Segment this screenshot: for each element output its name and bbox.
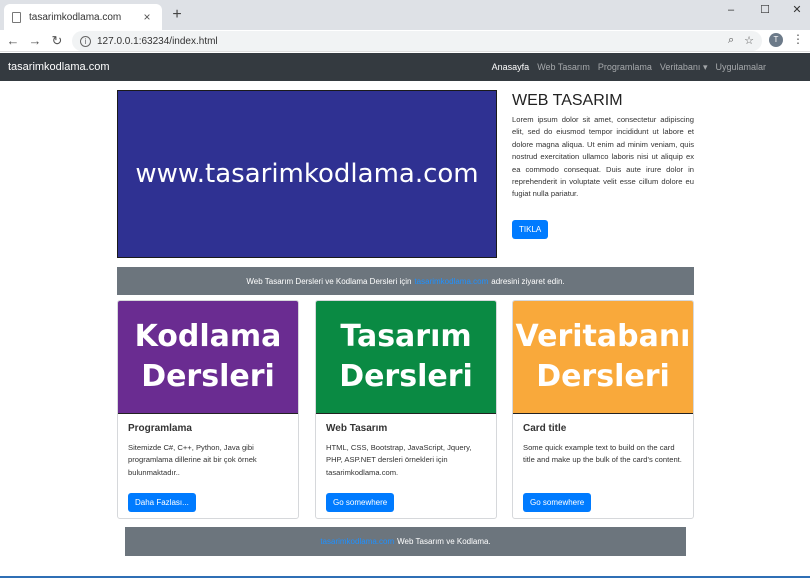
card-image: Veritabanı Dersleri: [513, 301, 693, 414]
banner-link[interactable]: tasarimkodlama.com: [414, 277, 488, 286]
profile-avatar[interactable]: T: [769, 33, 783, 47]
nav-item-uygulamalar[interactable]: Uygulamalar: [715, 62, 766, 73]
hero-content: WEB TASARIM Lorem ipsum dolor sit amet, …: [512, 92, 694, 201]
card-text: Sitemizde C#, C++, Python, Java gibi pro…: [128, 443, 257, 477]
close-window-icon[interactable]: ✕: [782, 0, 810, 20]
hero-image-text: www.tasarimkodlama.com: [135, 159, 479, 189]
card-image-line1: Kodlama: [134, 319, 282, 354]
back-icon[interactable]: ←: [4, 32, 22, 50]
nav-item-anasayfa[interactable]: Anasayfa: [492, 62, 530, 73]
browser-tab[interactable]: tasarimkodlama.com ×: [4, 4, 162, 30]
hero-image: www.tasarimkodlama.com: [117, 90, 497, 258]
browser-tabstrip: tasarimkodlama.com × + – ☐ ✕: [0, 0, 810, 30]
minimize-icon[interactable]: –: [716, 0, 746, 20]
card-button[interactable]: Daha Fazlası...: [128, 493, 196, 512]
banner-text-after: adresini ziyaret edin.: [491, 276, 565, 286]
card-image: Kodlama Dersleri: [118, 301, 298, 414]
tab-close-icon[interactable]: ×: [140, 10, 154, 24]
card-button[interactable]: Go somewhere: [326, 493, 395, 512]
document-icon: [12, 11, 21, 23]
card-text: HTML, CSS, Bootstrap, JavaScript, Jquery…: [326, 443, 472, 477]
card-image-line2: Dersleri: [141, 359, 275, 394]
card-button[interactable]: Go somewhere: [523, 493, 592, 512]
forward-icon[interactable]: →: [26, 32, 44, 50]
card-image-line2: Dersleri: [339, 359, 473, 394]
card-image-line2: Dersleri: [536, 359, 670, 394]
nav-item-web-tasarim[interactable]: Web Tasarım: [537, 62, 590, 73]
tikla-button[interactable]: TIKLA: [512, 220, 549, 239]
new-tab-icon[interactable]: +: [168, 6, 186, 24]
navbar-brand[interactable]: tasarimkodlama.com: [8, 61, 492, 73]
card-title: Card title: [523, 423, 567, 434]
address-bar[interactable]: i 127.0.0.1:63234/index.html ⌕ ☆: [72, 31, 762, 51]
info-banner: Web Tasarım Dersleri ve Kodlama Dersleri…: [117, 267, 694, 295]
site-navbar: tasarimkodlama.com Anasayfa Web Tasarım …: [0, 53, 810, 81]
footer: tasarimkodlama.com Web Tasarım ve Kodlam…: [125, 527, 686, 556]
url-text[interactable]: 127.0.0.1:63234/index.html: [97, 36, 218, 47]
info-icon[interactable]: i: [80, 35, 91, 47]
card-web-tasarim: Tasarım Dersleri Web Tasarım HTML, CSS, …: [315, 300, 497, 519]
maximize-icon[interactable]: ☐: [750, 0, 780, 20]
browser-menu-icon[interactable]: ⋮: [792, 32, 804, 46]
tab-title: tasarimkodlama.com: [29, 11, 122, 23]
hero-paragraph: Lorem ipsum dolor sit amet, consectetur …: [512, 115, 694, 199]
card-title: Web Tasarım: [326, 423, 388, 434]
nav-item-programlama[interactable]: Programlama: [598, 62, 652, 73]
footer-link[interactable]: tasarimkodlama.com: [320, 537, 394, 546]
card-veritabani: Veritabanı Dersleri Card title Some quic…: [512, 300, 694, 519]
card-image-line1: Tasarım: [340, 319, 472, 354]
bookmark-star-icon[interactable]: ☆: [744, 34, 754, 47]
card-text: Some quick example text to build on the …: [523, 443, 682, 465]
hero-title: WEB TASARIM: [512, 92, 623, 109]
card-image-line1: Veritabanı: [515, 319, 691, 354]
card-image: Tasarım Dersleri: [316, 301, 496, 414]
banner-text-before: Web Tasarım Dersleri ve Kodlama Dersleri…: [246, 276, 412, 286]
footer-text: Web Tasarım ve Kodlama.: [397, 537, 491, 546]
browser-toolbar: ← → ↻ i 127.0.0.1:63234/index.html ⌕ ☆: [0, 30, 810, 52]
nav-links: Anasayfa Web Tasarım Programlama Veritab…: [492, 62, 766, 73]
reload-icon[interactable]: ↻: [48, 32, 66, 50]
card-title: Programlama: [128, 423, 192, 434]
card-programlama: Kodlama Dersleri Programlama Sitemizde C…: [117, 300, 299, 519]
zoom-icon[interactable]: ⌕: [728, 34, 734, 47]
nav-item-veritabani-dropdown[interactable]: Veritabanı ▾: [660, 62, 708, 73]
